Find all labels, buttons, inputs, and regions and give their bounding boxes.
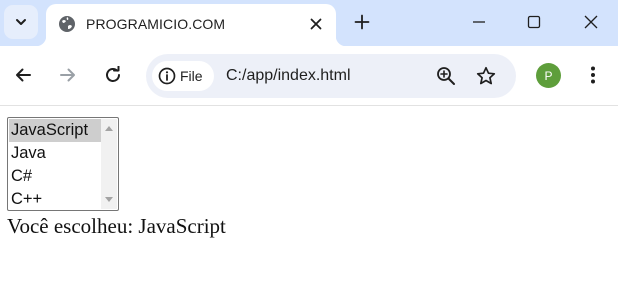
listbox-option-csharp[interactable]: C#	[9, 165, 102, 188]
site-info-chip[interactable]: File	[152, 61, 214, 91]
close-icon	[584, 15, 598, 29]
plus-icon	[354, 14, 370, 30]
browser-toolbar: File C:/app/index.html P	[0, 46, 618, 106]
tab-search-button[interactable]	[4, 5, 38, 39]
scroll-up-arrow-icon[interactable]	[105, 126, 113, 131]
close-icon	[310, 18, 322, 30]
address-bar[interactable]: File C:/app/index.html	[146, 54, 516, 98]
bookmark-button[interactable]	[474, 64, 498, 88]
new-tab-button[interactable]	[349, 9, 375, 35]
more-vertical-icon	[591, 66, 595, 84]
scroll-down-arrow-icon[interactable]	[105, 197, 113, 202]
listbox-option-java[interactable]: Java	[9, 142, 102, 165]
reload-icon	[106, 66, 120, 82]
tab-title: PROGRAMICIO.COM	[86, 16, 226, 32]
globe-icon	[59, 16, 75, 32]
browser-tab-active[interactable]: PROGRAMICIO.COM	[36, 4, 346, 46]
minimize-icon	[473, 21, 485, 23]
url-text[interactable]: C:/app/index.html	[226, 67, 351, 85]
language-listbox[interactable]: JavaScript Java C# C++	[7, 117, 119, 211]
tab-close-button[interactable]	[304, 12, 328, 36]
info-icon	[158, 67, 176, 85]
maximize-icon	[527, 15, 541, 29]
forward-button[interactable]	[54, 61, 82, 89]
maximize-button[interactable]	[511, 0, 557, 44]
listbox-option-cpp[interactable]: C++	[9, 188, 102, 211]
star-icon	[476, 66, 496, 85]
listbox-options: JavaScript Java C# C++	[9, 119, 102, 211]
profile-avatar[interactable]: P	[536, 63, 561, 88]
zoom-in-icon	[437, 67, 455, 85]
reload-button[interactable]	[99, 61, 127, 89]
output-prefix: Você escolheu:	[7, 214, 139, 238]
selection-output: Você escolheu: JavaScript	[7, 214, 226, 239]
close-window-button[interactable]	[568, 0, 614, 44]
site-info-label: File	[180, 68, 203, 84]
arrow-left-icon	[16, 68, 31, 82]
browser-menu-button[interactable]	[581, 63, 605, 87]
chevron-down-icon	[16, 19, 26, 25]
listbox-option-javascript[interactable]: JavaScript	[9, 119, 102, 142]
zoom-button[interactable]	[434, 64, 458, 88]
minimize-button[interactable]	[456, 0, 502, 44]
browser-title-bar: PROGRAMICIO.COM	[0, 0, 618, 46]
listbox-scrollbar[interactable]	[101, 119, 117, 209]
output-value: JavaScript	[138, 214, 226, 238]
arrow-right-icon	[60, 68, 75, 82]
back-button[interactable]	[9, 61, 37, 89]
